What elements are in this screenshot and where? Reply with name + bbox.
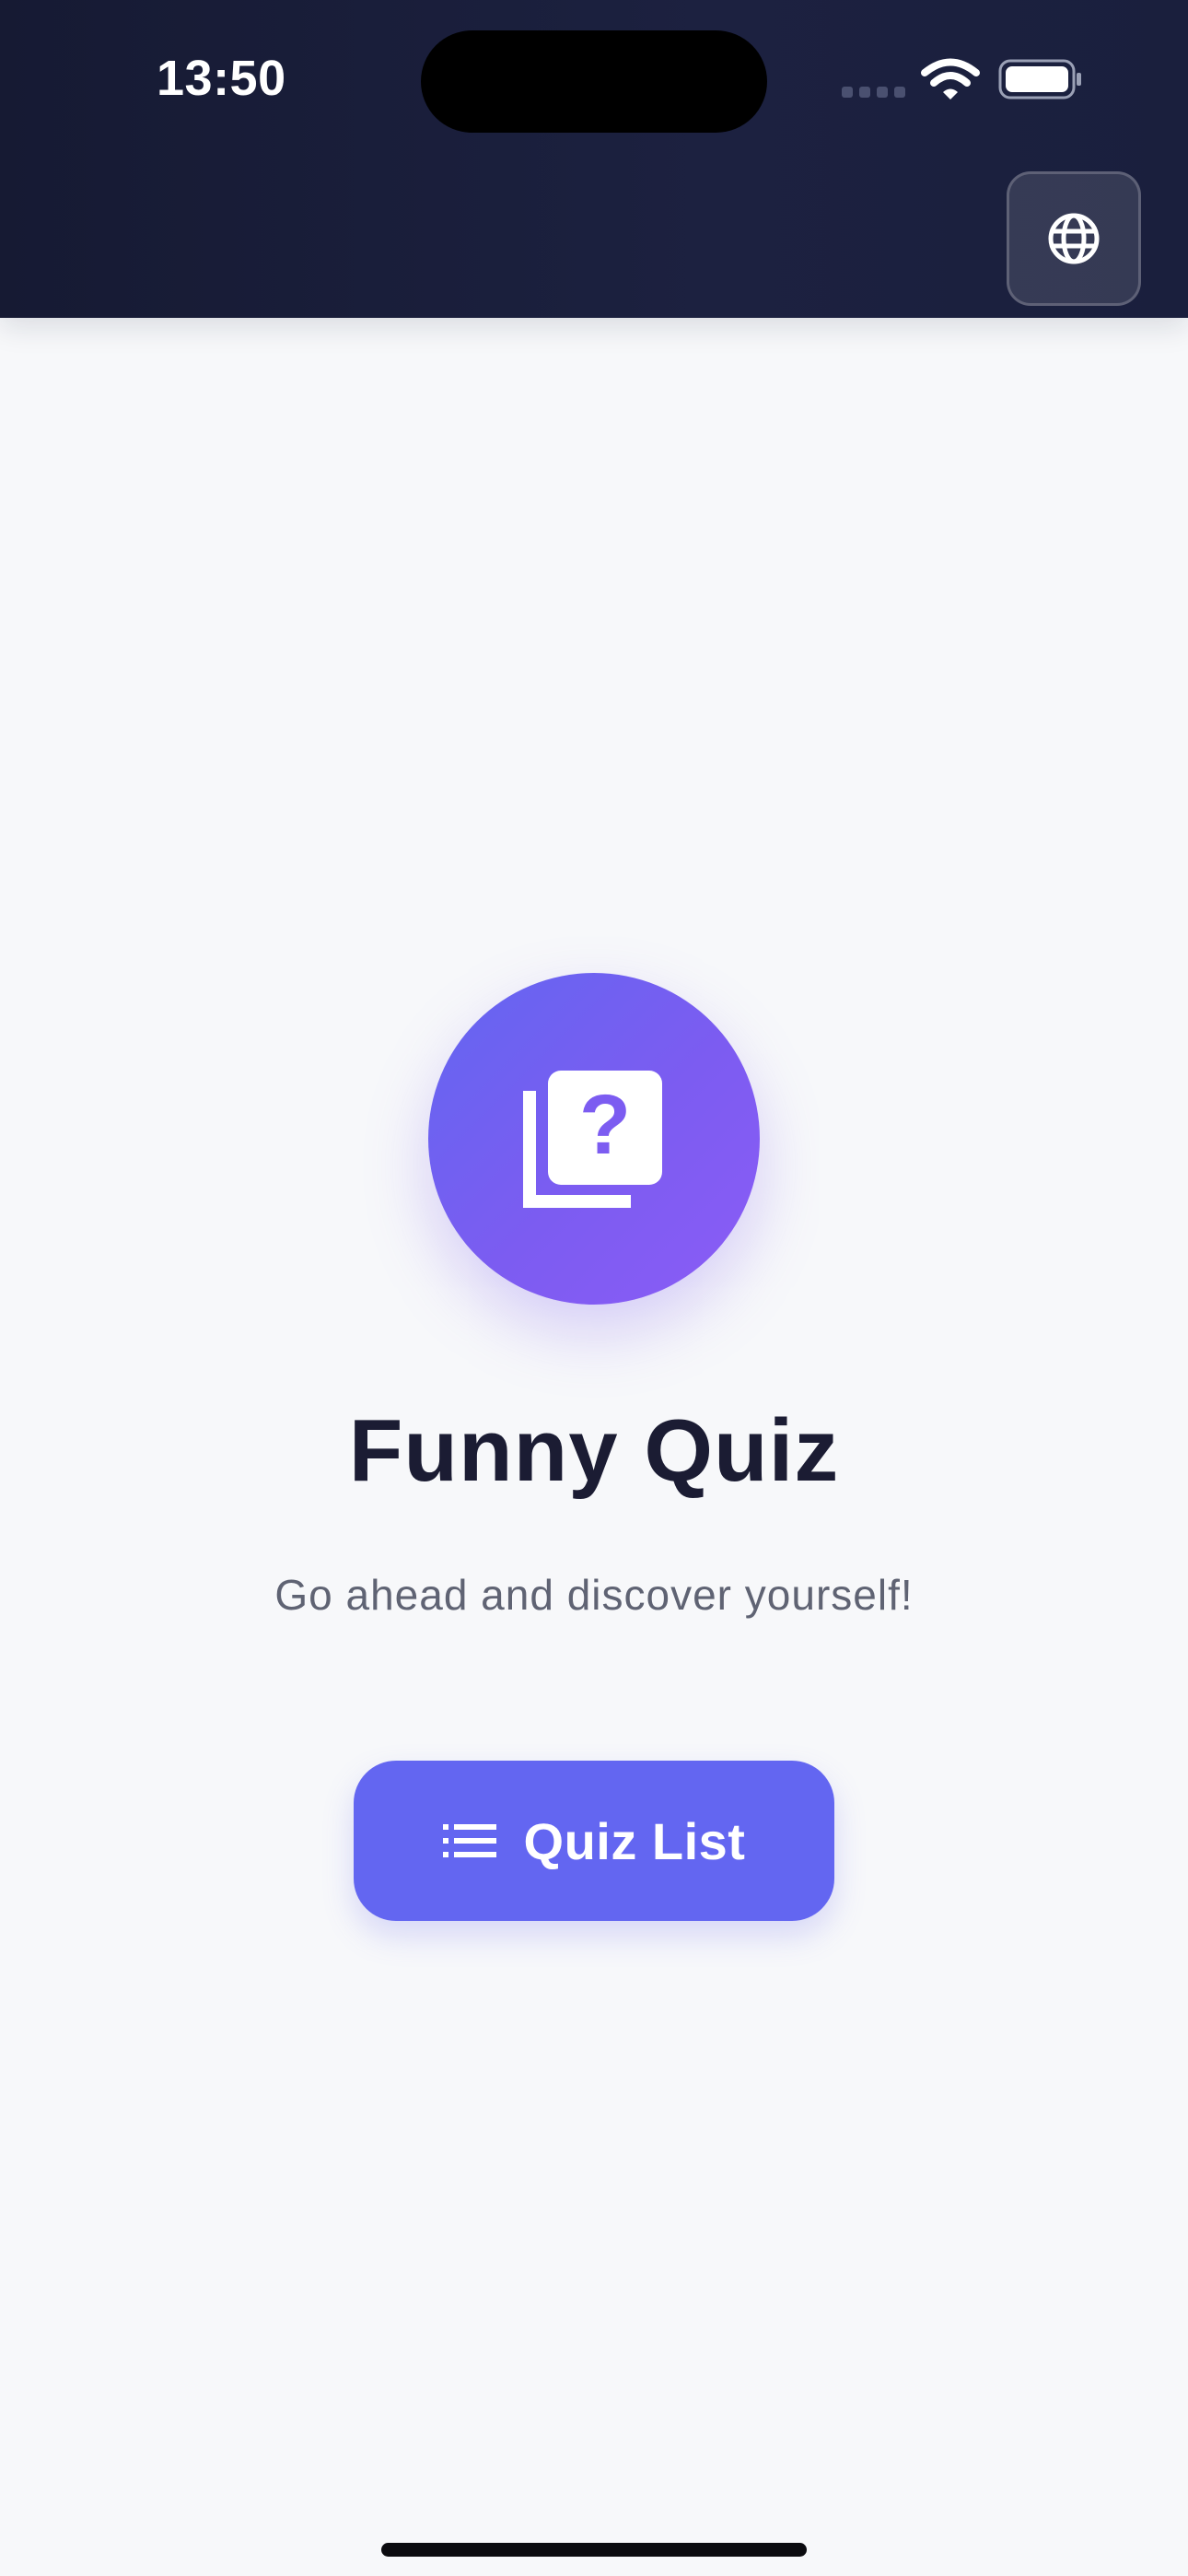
top-app-bar: 13:50 [0, 0, 1188, 318]
app-title: Funny Quiz [348, 1401, 840, 1500]
language-button[interactable] [1007, 171, 1141, 306]
cellular-signal-icon [842, 87, 906, 100]
list-icon [442, 1824, 496, 1857]
quiz-list-label: Quiz List [523, 1811, 746, 1870]
dynamic-island [421, 30, 767, 133]
wifi-icon [921, 58, 980, 100]
quiz-list-button[interactable]: Quiz List [354, 1761, 834, 1921]
status-bar-time: 13:50 [157, 51, 286, 106]
home-indicator[interactable] [381, 2543, 807, 2557]
globe-icon [1048, 213, 1100, 264]
svg-text:?: ? [579, 1078, 631, 1172]
hero-icon-circle: ? [428, 973, 760, 1305]
quiz-library-icon: ? [523, 1071, 662, 1208]
app-subtitle: Go ahead and discover yourself! [274, 1571, 914, 1619]
battery-icon [998, 59, 1081, 100]
